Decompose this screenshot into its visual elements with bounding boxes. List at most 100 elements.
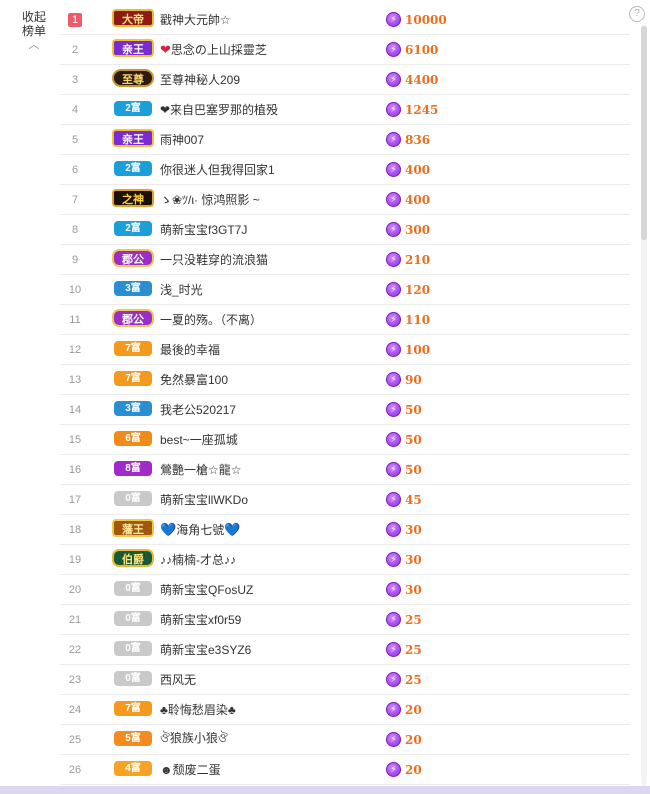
rank-badge: 大帝 bbox=[112, 9, 154, 27]
table-row[interactable]: 17 0富萌新宝宝llWKDo 45 bbox=[60, 485, 630, 515]
lightning-icon bbox=[386, 282, 401, 297]
table-row[interactable]: 12 7富最後的幸福 100 bbox=[60, 335, 630, 365]
user-name[interactable]: 萌新宝宝llWKDo bbox=[160, 491, 248, 508]
user-name[interactable]: ঔ狼族小狼ঔ bbox=[160, 729, 228, 750]
table-row[interactable]: 16 8富鶯艷一槍☆龍☆ 50 bbox=[60, 455, 630, 485]
score-value: 1245 bbox=[405, 102, 439, 117]
table-row[interactable]: 23 0富西风无 25 bbox=[60, 665, 630, 695]
user-name[interactable]: ❤思念の上山採靈芝 bbox=[160, 41, 267, 58]
score-value: 30 bbox=[405, 582, 422, 597]
rank-badge: 7富 bbox=[114, 341, 152, 356]
table-row[interactable]: 15 6富 best~一座孤城 50 bbox=[60, 425, 630, 455]
table-row[interactable]: 14 3富我老公520217 50 bbox=[60, 395, 630, 425]
user-name-text: 萌新宝宝QFosUZ bbox=[160, 583, 254, 597]
user-name[interactable]: 浅_时光 bbox=[160, 281, 203, 298]
user-name[interactable]: 西风无 bbox=[160, 671, 196, 688]
table-row[interactable]: 22 0富萌新宝宝e3SYZ6 25 bbox=[60, 635, 630, 665]
rank-number: 8 bbox=[71, 223, 79, 236]
user-name-text: 我老公520217 bbox=[160, 403, 237, 417]
user-name[interactable]: 鶯艷一槍☆龍☆ bbox=[160, 461, 242, 478]
user-name[interactable]: 雨神007 bbox=[160, 131, 204, 148]
user-name[interactable]: 💙海角七號💙 bbox=[160, 521, 240, 538]
lightning-icon bbox=[386, 12, 401, 27]
rank-badge: 郡公 bbox=[112, 249, 154, 267]
score-value: 836 bbox=[405, 132, 431, 147]
table-row[interactable]: 4 2富 ❤来自巴塞罗那的植殁 1245 bbox=[60, 95, 630, 125]
scrollbar-thumb[interactable] bbox=[641, 26, 647, 240]
user-name-text: ♪♪楠楠-才总♪♪ bbox=[160, 553, 236, 567]
score-value: 20 bbox=[405, 762, 422, 777]
lightning-icon bbox=[386, 672, 401, 687]
table-row[interactable]: 8 2富萌新宝宝f3GT7J 300 bbox=[60, 215, 630, 245]
user-name-text: 戳神大元帥☆ bbox=[160, 13, 231, 27]
rank-badge: 0富 bbox=[114, 671, 152, 686]
rank-number: 17 bbox=[68, 493, 82, 506]
user-name[interactable]: 萌新宝宝f3GT7J bbox=[160, 221, 247, 238]
user-name[interactable]: 免然暴富100 bbox=[160, 371, 228, 388]
table-row[interactable]: 6 2富你很迷人但我得回家1 400 bbox=[60, 155, 630, 185]
table-row[interactable]: 26 4富 ☻颓废二蛋 20 bbox=[60, 755, 630, 785]
table-row[interactable]: 9 郡公一只没鞋穿的流浪猫 210 bbox=[60, 245, 630, 275]
user-name[interactable]: 萌新宝宝QFosUZ bbox=[160, 581, 253, 598]
table-row[interactable]: 13 7富免然暴富100 90 bbox=[60, 365, 630, 395]
table-row[interactable]: 11 郡公一夏的殇。（不离） 110 bbox=[60, 305, 630, 335]
table-row[interactable]: 25 5富 ঔ狼族小狼ঔ 20 bbox=[60, 725, 630, 755]
user-name[interactable]: 最後的幸福 bbox=[160, 341, 220, 358]
user-name[interactable]: 萌新宝宝xf0r59 bbox=[160, 611, 241, 628]
user-name[interactable]: 我老公520217 bbox=[160, 401, 236, 418]
rank-badge: 伯爵 bbox=[112, 549, 154, 567]
user-name[interactable]: best~一座孤城 bbox=[160, 431, 238, 448]
table-row[interactable]: 19 伯爵 ♪♪楠楠-才总♪♪ 30 bbox=[60, 545, 630, 575]
user-name-text: 思念の上山採靈芝 bbox=[170, 43, 267, 57]
score-value: 25 bbox=[405, 672, 422, 687]
rank-badge: 2富 bbox=[114, 101, 152, 116]
help-icon[interactable]: ? bbox=[629, 6, 645, 22]
user-name[interactable]: 一只没鞋穿的流浪猫 bbox=[160, 251, 268, 268]
user-name[interactable]: 一夏的殇。（不离） bbox=[160, 311, 262, 328]
user-name[interactable]: ゝ❀ﾂ/ι· 惊鸿照影 ~ bbox=[160, 191, 260, 208]
rank-number: 9 bbox=[71, 253, 79, 266]
rank-badge: 2富 bbox=[114, 161, 152, 176]
rank-number: 11 bbox=[69, 313, 81, 326]
rank-number: 26 bbox=[68, 763, 82, 776]
score-value: 400 bbox=[405, 192, 431, 207]
table-row[interactable]: 24 7富 ♣聆悔愁眉染♣ 20 bbox=[60, 695, 630, 725]
table-row[interactable]: 7 之神ゝ❀ﾂ/ι· 惊鸿照影 ~ 400 bbox=[60, 185, 630, 215]
score-value: 50 bbox=[405, 402, 422, 417]
user-name[interactable]: 至尊神秘人209 bbox=[160, 71, 240, 88]
user-name-text: 萌新宝宝f3GT7J bbox=[160, 223, 248, 237]
ranking-list: 1大帝戳神大元帥☆100002亲王❤思念の上山採靈芝61003至尊至尊神秘人20… bbox=[60, 5, 630, 785]
lightning-icon bbox=[386, 312, 401, 327]
rank-badge: 0富 bbox=[114, 491, 152, 506]
rank-badge: 藩王 bbox=[112, 519, 154, 537]
table-row[interactable]: 1 大帝戳神大元帥☆ 10000 bbox=[60, 5, 630, 35]
table-row[interactable]: 3 至尊至尊神秘人209 4400 bbox=[60, 65, 630, 95]
rank-badge: 之神 bbox=[112, 189, 154, 207]
table-row[interactable]: 10 3富浅_时光 120 bbox=[60, 275, 630, 305]
user-name-text: ঔ狼族小狼ঔ bbox=[160, 731, 228, 745]
rank-number: 19 bbox=[68, 553, 82, 566]
table-row[interactable]: 20 0富萌新宝宝QFosUZ 30 bbox=[60, 575, 630, 605]
user-name[interactable]: ☻颓废二蛋 bbox=[160, 761, 221, 778]
heart-icon: 💙 bbox=[160, 522, 177, 537]
rank-number: 23 bbox=[68, 673, 82, 686]
collapse-list-button[interactable]: 收起 榜单 ︿ bbox=[14, 10, 54, 51]
user-name[interactable]: 萌新宝宝e3SYZ6 bbox=[160, 641, 251, 658]
user-name[interactable]: 戳神大元帥☆ bbox=[160, 11, 231, 28]
lightning-icon bbox=[386, 552, 401, 567]
user-name[interactable]: 你很迷人但我得回家1 bbox=[160, 161, 275, 178]
lightning-icon bbox=[386, 462, 401, 477]
rank-badge: 0富 bbox=[114, 641, 152, 656]
table-row[interactable]: 18 藩王 💙海角七號💙 30 bbox=[60, 515, 630, 545]
score-value: 20 bbox=[405, 702, 422, 717]
rank-number: 21 bbox=[68, 613, 82, 626]
table-row[interactable]: 21 0富萌新宝宝xf0r59 25 bbox=[60, 605, 630, 635]
table-row[interactable]: 5 亲王雨神007 836 bbox=[60, 125, 630, 155]
user-name[interactable]: ♪♪楠楠-才总♪♪ bbox=[160, 551, 236, 568]
user-name[interactable]: ♣聆悔愁眉染♣ bbox=[160, 701, 236, 718]
bottom-border bbox=[0, 786, 650, 794]
user-name[interactable]: ❤来自巴塞罗那的植殁 bbox=[160, 101, 278, 118]
user-name-text: ゝ❀ﾂ/ι· 惊鸿照影 ~ bbox=[160, 193, 260, 207]
score-value: 210 bbox=[405, 252, 431, 267]
table-row[interactable]: 2 亲王 ❤思念の上山採靈芝 6100 bbox=[60, 35, 630, 65]
